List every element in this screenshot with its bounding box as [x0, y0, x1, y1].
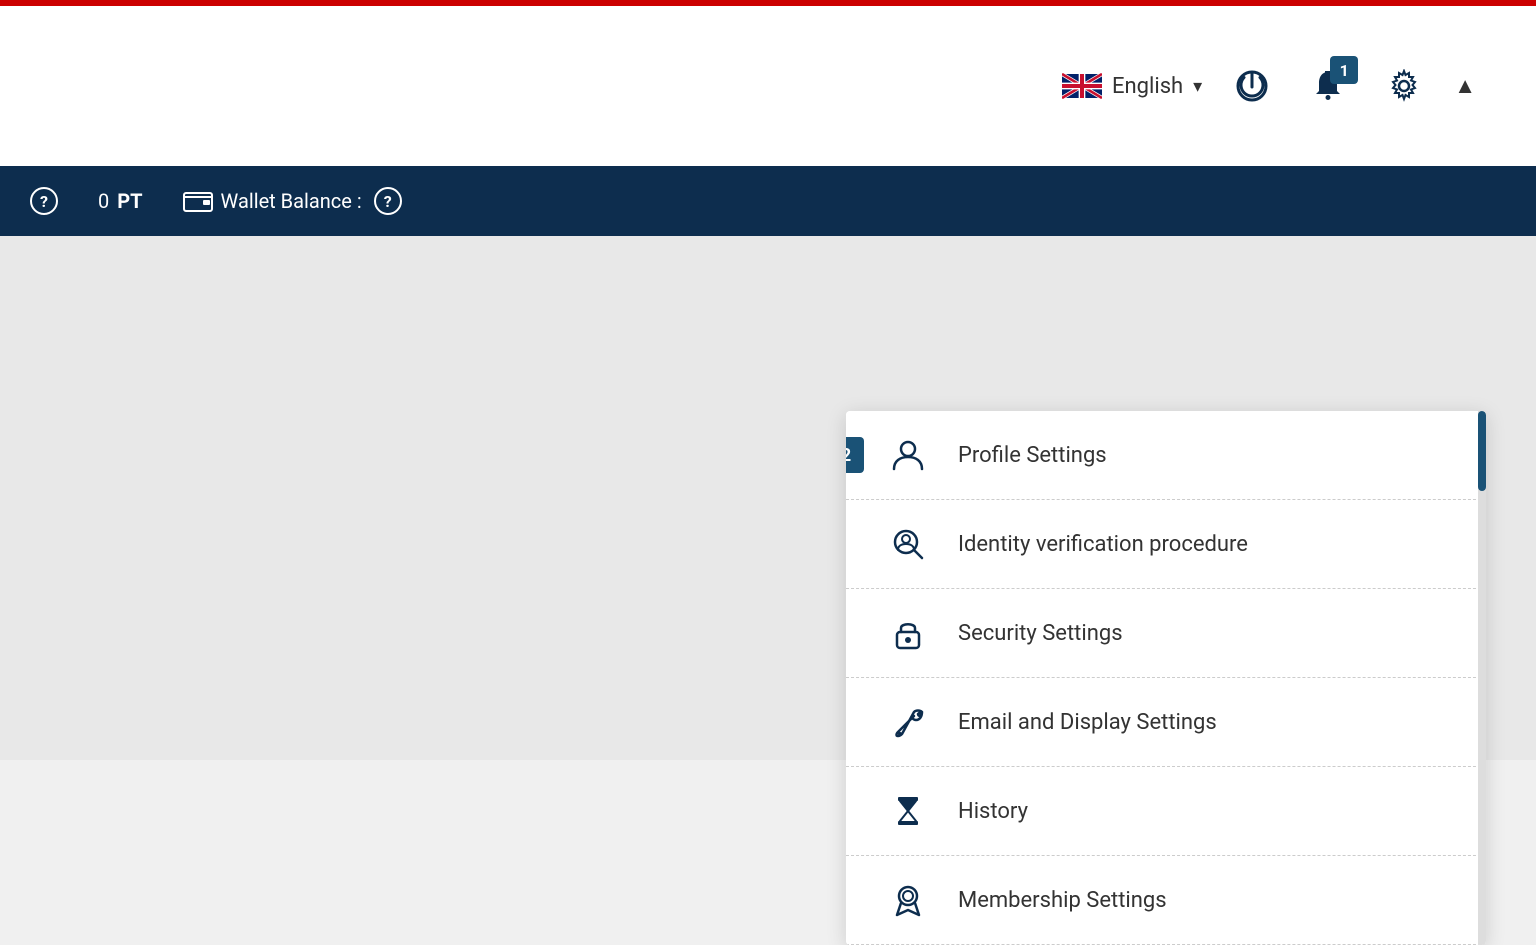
wallet-label: Wallet Balance :	[221, 189, 362, 213]
email-display-settings-item[interactable]: Email and Display Settings	[846, 678, 1486, 767]
profile-settings-item[interactable]: 2 Profile Settings	[846, 411, 1486, 500]
navbar: ? 0 PT Wallet Balance : ?	[0, 166, 1536, 236]
wallet-help-icon[interactable]: ?	[374, 187, 402, 215]
notification-button[interactable]: 1	[1302, 60, 1354, 112]
header-controls: English ▾ 1	[1062, 60, 1476, 112]
header: English ▾ 1	[0, 6, 1536, 166]
notification-badge: 1	[1330, 56, 1358, 84]
identity-verification-item[interactable]: Identity verification procedure	[846, 500, 1486, 589]
history-label: History	[958, 799, 1028, 824]
settings-dropdown: 2 Profile Settings Identity verification…	[846, 411, 1486, 945]
main-content: 2 Profile Settings Identity verification…	[0, 236, 1536, 760]
uk-flag-icon	[1062, 73, 1102, 99]
badge-icon	[886, 878, 930, 922]
identity-verification-label: Identity verification procedure	[958, 532, 1248, 557]
hourglass-icon	[886, 789, 930, 833]
wallet-icon	[183, 189, 213, 213]
balance-value: 0	[98, 189, 109, 213]
person-icon	[886, 433, 930, 477]
wrench-icon	[886, 700, 930, 744]
membership-settings-item[interactable]: Membership Settings	[846, 856, 1486, 945]
history-item[interactable]: History	[846, 767, 1486, 856]
scrollbar-thumb	[1478, 411, 1486, 491]
power-button[interactable]	[1226, 60, 1278, 112]
settings-button[interactable]	[1378, 60, 1430, 112]
currency-label: PT	[117, 189, 142, 213]
language-label: English	[1112, 74, 1183, 99]
identity-icon	[886, 522, 930, 566]
gear-icon	[1387, 69, 1421, 103]
navbar-question-item[interactable]: ?	[30, 187, 58, 215]
language-selector[interactable]: English ▾	[1062, 73, 1202, 99]
profile-badge: 2	[846, 437, 864, 473]
profile-settings-label: Profile Settings	[958, 443, 1107, 468]
lock-icon	[886, 611, 930, 655]
security-settings-item[interactable]: Security Settings	[846, 589, 1486, 678]
power-icon	[1235, 69, 1269, 103]
membership-settings-label: Membership Settings	[958, 888, 1167, 913]
help-icon: ?	[30, 187, 58, 215]
avatar-chevron-button[interactable]: ▲	[1454, 73, 1476, 99]
navbar-wallet: Wallet Balance : ?	[183, 187, 402, 215]
security-settings-label: Security Settings	[958, 621, 1123, 646]
language-chevron-icon: ▾	[1193, 76, 1202, 97]
scrollbar-track[interactable]	[1478, 411, 1486, 945]
navbar-balance: 0 PT	[98, 189, 143, 213]
email-display-settings-label: Email and Display Settings	[958, 710, 1217, 735]
chevron-up-icon: ▲	[1454, 73, 1476, 99]
